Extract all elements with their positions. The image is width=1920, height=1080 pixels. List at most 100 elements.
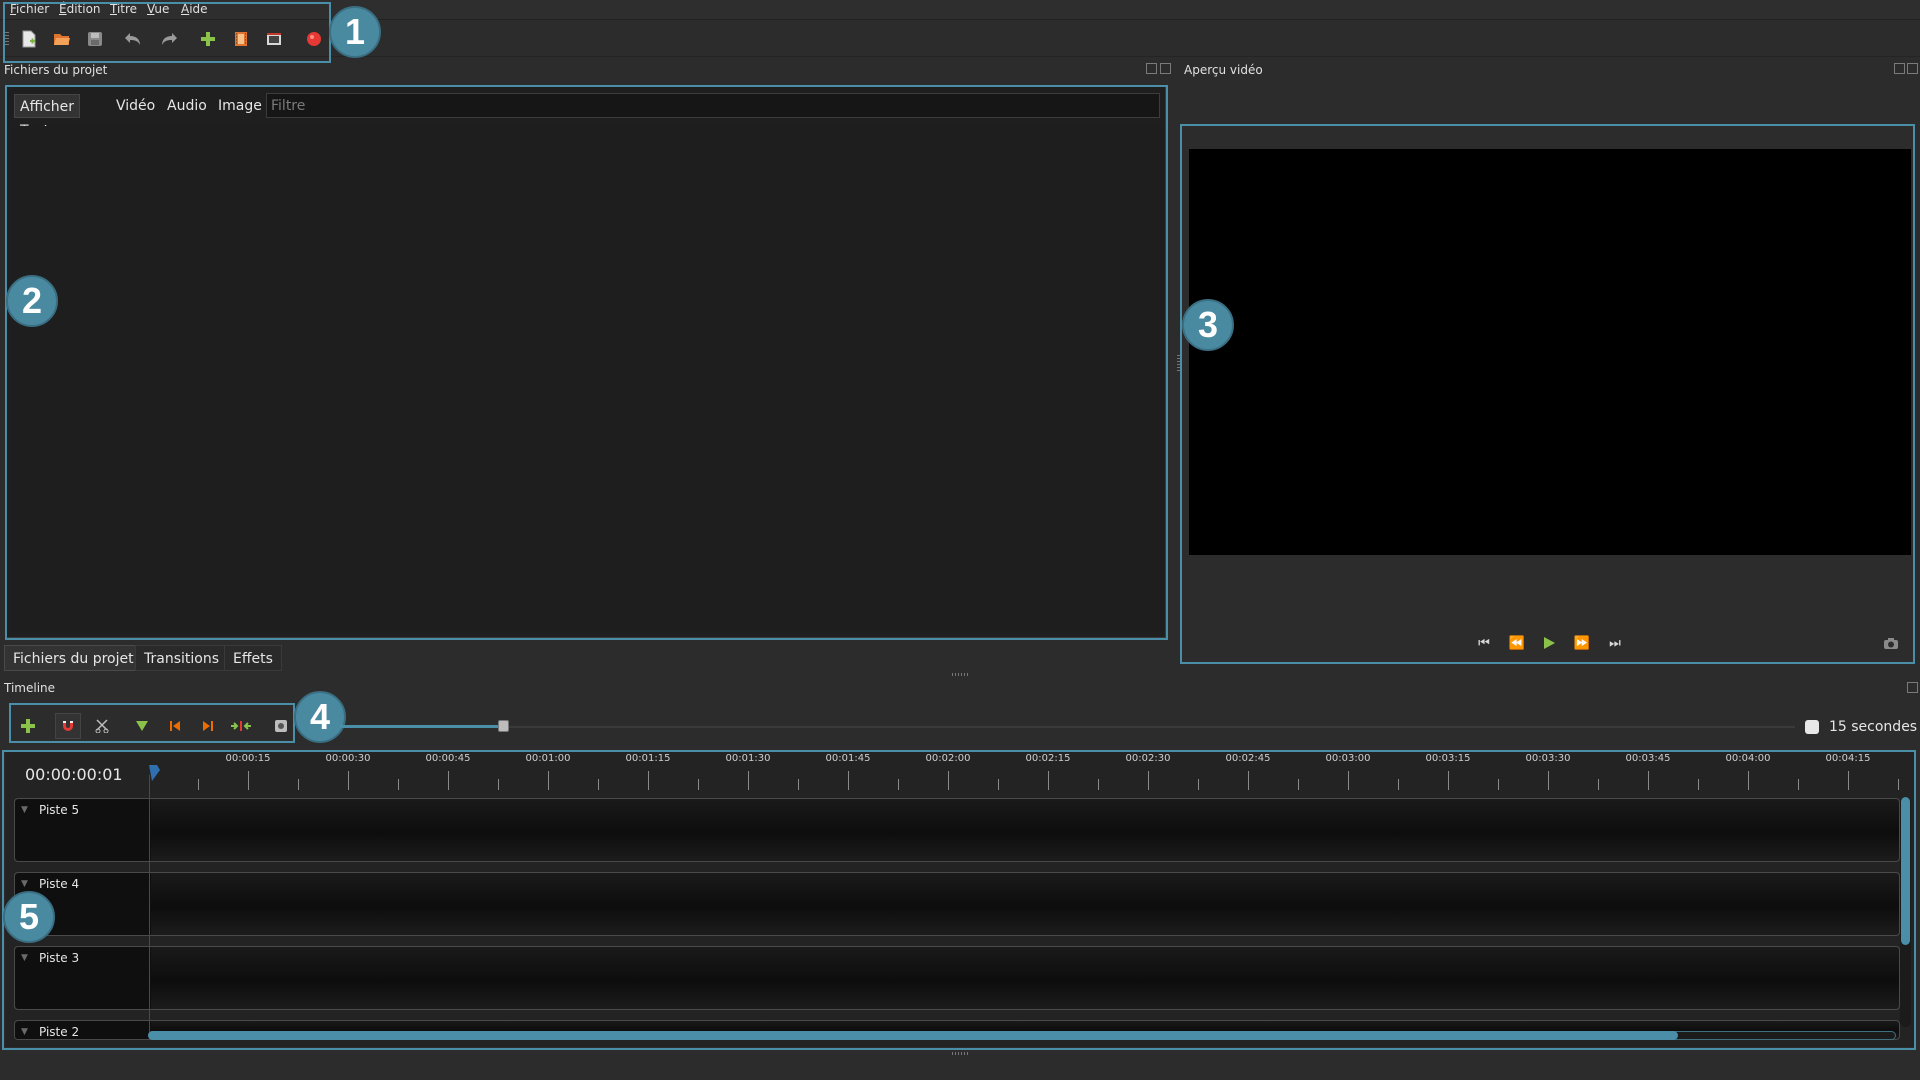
filter-video[interactable]: Vidéo bbox=[111, 94, 160, 118]
video-screen[interactable] bbox=[1189, 149, 1911, 555]
preview-close-icon[interactable] bbox=[1907, 63, 1918, 74]
camera-icon bbox=[1884, 637, 1898, 649]
track-label: Piste 5 bbox=[39, 803, 80, 817]
jump-start-button[interactable]: ⏮ bbox=[1473, 633, 1495, 653]
snapping-toggle[interactable] bbox=[55, 713, 81, 739]
timeline-float-icon[interactable] bbox=[1907, 682, 1918, 693]
ruler-tick bbox=[998, 779, 999, 790]
ruler-tick bbox=[1298, 779, 1299, 790]
callout-5: 5 bbox=[3, 891, 55, 943]
fullscreen-button[interactable] bbox=[261, 26, 287, 52]
fast-forward-icon: ⏩ bbox=[1573, 635, 1591, 651]
ruler-label: 00:03:15 bbox=[1425, 753, 1471, 764]
track-piste-5[interactable]: ▼ Piste 5 bbox=[14, 798, 1900, 862]
ruler-tick bbox=[1048, 771, 1049, 790]
next-marker-button[interactable] bbox=[195, 713, 221, 739]
next-marker-icon bbox=[203, 721, 213, 731]
ruler-tick bbox=[198, 779, 199, 790]
project-files-list[interactable] bbox=[10, 126, 1164, 632]
export-video-button[interactable] bbox=[301, 26, 327, 52]
filter-show-all[interactable]: Afficher Tout bbox=[14, 94, 81, 139]
choose-profile-button[interactable] bbox=[228, 26, 254, 52]
timeline-settings-button[interactable] bbox=[268, 713, 294, 739]
menu-aide[interactable]: Aide bbox=[181, 2, 208, 16]
tab-effects[interactable]: Effets bbox=[224, 645, 282, 671]
ruler-label: 00:02:00 bbox=[925, 753, 971, 764]
zoom-slider-handle[interactable] bbox=[498, 720, 509, 732]
ruler-tick bbox=[698, 779, 699, 790]
horizontal-splitter[interactable] bbox=[952, 673, 968, 676]
menu-titre[interactable]: Titre bbox=[110, 2, 137, 16]
redo-icon bbox=[162, 33, 177, 45]
zoom-slider-fill bbox=[340, 725, 500, 728]
undo-button[interactable] bbox=[120, 26, 146, 52]
ruler-label: 00:01:00 bbox=[525, 753, 571, 764]
scissors-icon bbox=[95, 719, 109, 733]
ruler-tick bbox=[1398, 779, 1399, 790]
new-project-button[interactable] bbox=[16, 26, 42, 52]
skip-start-icon: ⏮ bbox=[1478, 635, 1490, 651]
jump-end-button[interactable]: ⏭ bbox=[1604, 633, 1626, 653]
zoom-checkbox[interactable] bbox=[1805, 720, 1819, 734]
rewind-button[interactable]: ⏪ bbox=[1506, 633, 1528, 653]
filter-image[interactable]: Image bbox=[213, 94, 267, 118]
playhead-line[interactable] bbox=[149, 775, 150, 1035]
ruler-tick bbox=[798, 779, 799, 790]
bottom-splitter[interactable] bbox=[952, 1052, 968, 1055]
track-header[interactable]: ▼ Piste 2 bbox=[15, 1021, 151, 1039]
project-files-filter-input[interactable] bbox=[266, 93, 1160, 118]
project-files-title: Fichiers du projet bbox=[4, 63, 108, 77]
callout-3: 3 bbox=[1182, 299, 1234, 351]
ruler-tick bbox=[1698, 779, 1699, 790]
zoom-level-label: 15 secondes bbox=[1829, 719, 1918, 735]
menu-fichier[interactable]: Fichier bbox=[10, 2, 49, 16]
open-project-button[interactable] bbox=[49, 26, 75, 52]
plus-icon bbox=[201, 32, 215, 46]
save-project-button[interactable] bbox=[82, 26, 108, 52]
timeline-horizontal-scrollbar[interactable] bbox=[148, 1031, 1678, 1040]
import-files-button[interactable] bbox=[195, 26, 221, 52]
dock-float-icon[interactable] bbox=[1146, 63, 1157, 74]
add-track-button[interactable] bbox=[15, 713, 41, 739]
add-marker-button[interactable] bbox=[129, 713, 155, 739]
ruler-tick bbox=[848, 771, 849, 790]
menu-edition[interactable]: Édition bbox=[59, 2, 101, 16]
preview-float-icon[interactable] bbox=[1894, 63, 1905, 74]
redo-button[interactable] bbox=[156, 26, 182, 52]
vertical-splitter[interactable] bbox=[1177, 355, 1180, 373]
tab-transitions[interactable]: Transitions bbox=[135, 645, 228, 671]
menu-vue[interactable]: Vue bbox=[147, 2, 169, 16]
razor-tool-button[interactable] bbox=[89, 713, 115, 739]
skip-end-icon: ⏭ bbox=[1609, 635, 1621, 651]
play-button[interactable] bbox=[1538, 633, 1560, 653]
collapse-arrow-icon[interactable]: ▼ bbox=[21, 1027, 28, 1037]
track-piste-3[interactable]: ▼ Piste 3 bbox=[14, 946, 1900, 1010]
dock-close-icon[interactable] bbox=[1160, 63, 1171, 74]
ruler-tick bbox=[1598, 779, 1599, 790]
track-header[interactable]: ▼ Piste 3 bbox=[15, 947, 151, 1009]
timeline-vertical-scrollbar[interactable] bbox=[1901, 797, 1910, 945]
plus-icon bbox=[21, 719, 35, 733]
tab-project-files[interactable]: Fichiers du projet bbox=[4, 645, 143, 671]
ruler-label: 00:02:30 bbox=[1125, 753, 1171, 764]
callout-1: 1 bbox=[329, 6, 381, 58]
previous-marker-button[interactable] bbox=[162, 713, 188, 739]
center-timeline-button[interactable] bbox=[228, 713, 254, 739]
toolbar-grip[interactable] bbox=[5, 32, 9, 46]
snapshot-button[interactable] bbox=[1880, 633, 1902, 653]
track-piste-4[interactable]: ▼ Piste 4 bbox=[14, 872, 1900, 936]
zoom-slider-track[interactable] bbox=[340, 726, 1795, 728]
track-header[interactable]: ▼ Piste 5 bbox=[15, 799, 151, 861]
collapse-arrow-icon[interactable]: ▼ bbox=[21, 953, 28, 963]
ruler-label: 00:04:15 bbox=[1825, 753, 1871, 764]
ruler-tick bbox=[598, 779, 599, 790]
fast-forward-button[interactable]: ⏩ bbox=[1571, 633, 1593, 653]
ruler-tick bbox=[298, 779, 299, 790]
playhead-marker-icon[interactable] bbox=[147, 764, 161, 782]
collapse-arrow-icon[interactable]: ▼ bbox=[21, 805, 28, 815]
ruler-label: 00:00:45 bbox=[425, 753, 471, 764]
filter-audio[interactable]: Audio bbox=[162, 94, 212, 118]
previous-marker-icon bbox=[170, 721, 180, 731]
ruler-tick bbox=[1648, 771, 1649, 790]
collapse-arrow-icon[interactable]: ▼ bbox=[21, 879, 28, 889]
